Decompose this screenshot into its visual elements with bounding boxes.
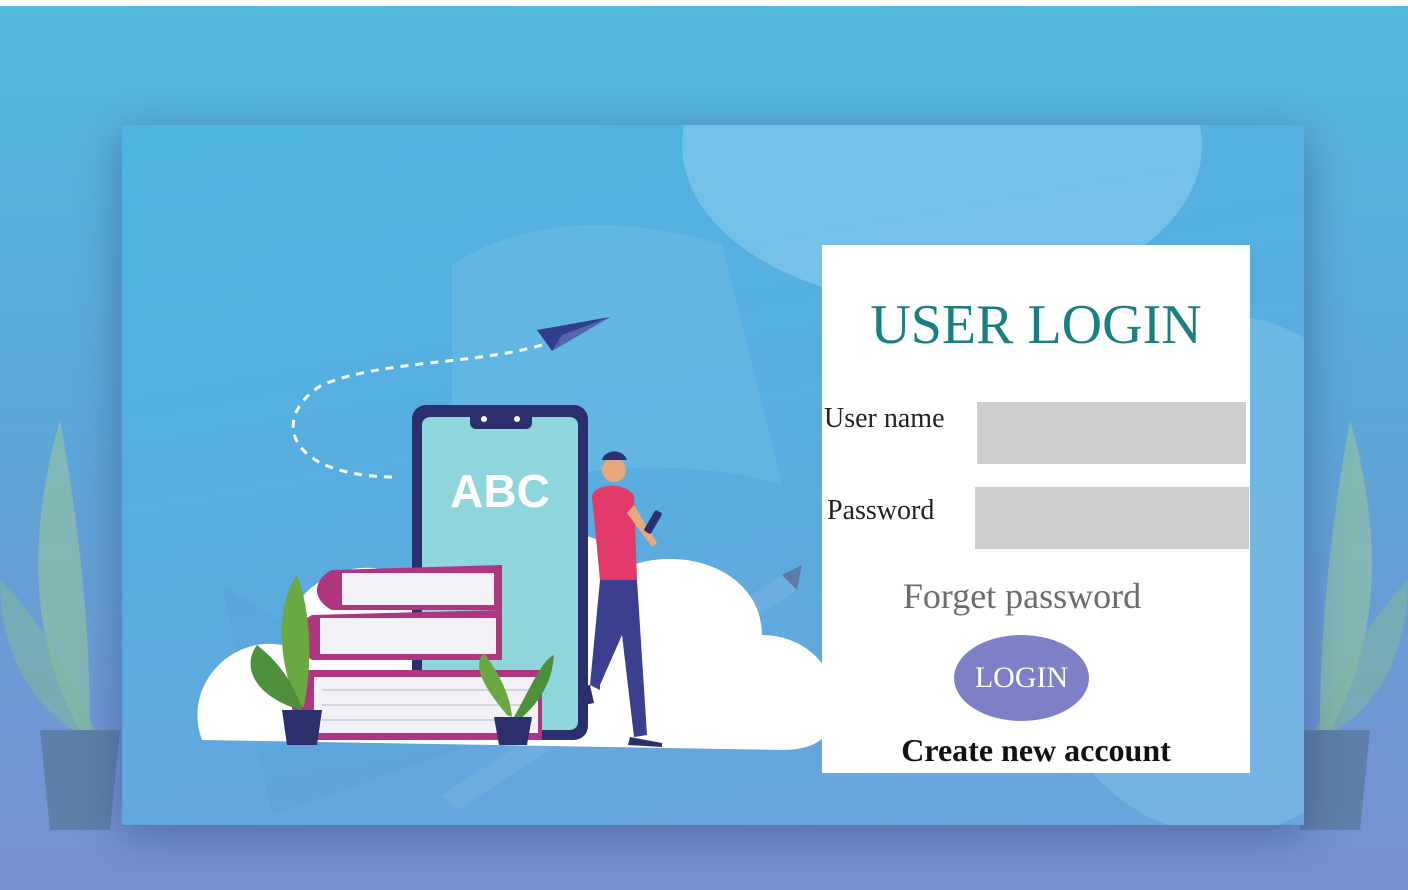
login-title: USER LOGIN	[870, 294, 1202, 356]
left-background-plant	[0, 420, 120, 830]
frame-top-border	[0, 0, 1408, 6]
login-button[interactable]: LOGIN	[954, 635, 1089, 721]
create-account-link[interactable]: Create new account	[822, 732, 1250, 769]
username-label: User name	[824, 403, 945, 434]
password-label: Password	[827, 495, 935, 526]
phone-notch	[470, 409, 532, 429]
password-input[interactable]	[975, 487, 1249, 549]
username-input[interactable]	[977, 402, 1246, 464]
phone-screen-text: ABC	[450, 465, 550, 517]
forgot-password-link[interactable]: Forget password	[822, 575, 1222, 617]
login-panel: USER LOGIN User name Password Forget pas…	[822, 245, 1250, 773]
